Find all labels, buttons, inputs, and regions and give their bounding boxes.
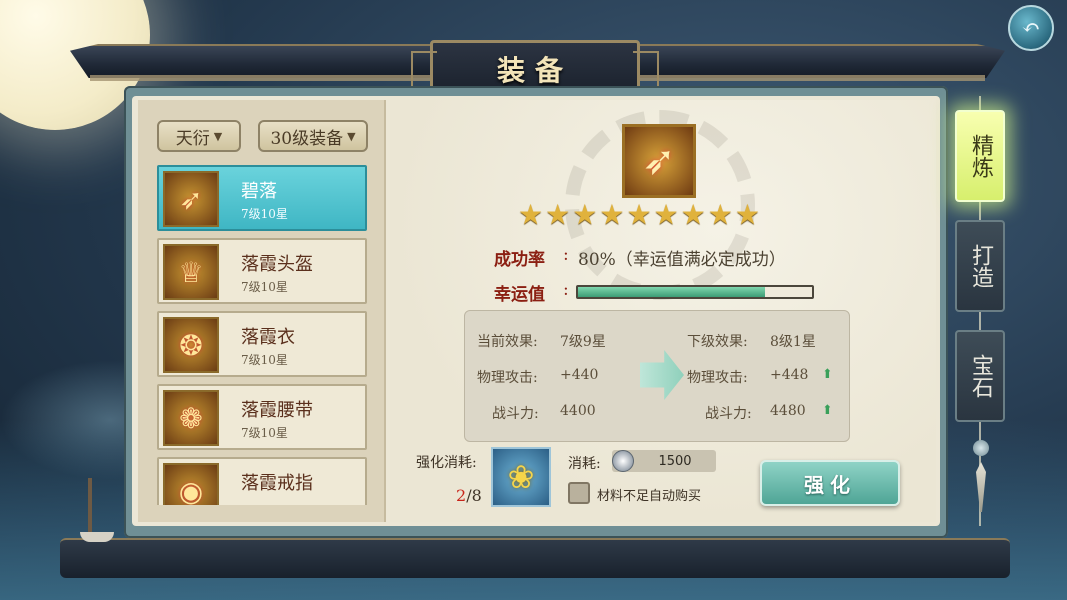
increase-arrow-icon: ⬆ — [822, 367, 833, 382]
star-icon: ★ — [653, 198, 679, 231]
equipment-list[interactable]: ➶ 碧落 7级10星 ♕ 落霞头盔 7级10星 ❂ 落霞衣 7级10星 ❁ 落霞… — [157, 165, 367, 505]
tab-refine[interactable]: 精炼 — [955, 110, 1005, 202]
coin-cost-value: 1500 — [658, 453, 692, 469]
silver-coin-icon — [612, 450, 634, 472]
list-item[interactable]: ◉ 落霞戒指 — [157, 457, 367, 505]
armor-icon: ❂ — [163, 317, 219, 373]
star-icon: ★ — [599, 198, 625, 231]
luck-progress-fill — [578, 287, 766, 297]
star-icon: ★ — [707, 198, 733, 231]
tassel-decoration — [972, 440, 990, 520]
panel-base — [60, 538, 1010, 578]
success-rate-colon: : — [563, 245, 569, 265]
back-arrow-icon: ↶ — [1021, 15, 1041, 41]
next-attack-value: +448 — [770, 367, 809, 383]
incense-stick-icon — [88, 478, 92, 540]
success-rate-label: 成功率 — [494, 250, 545, 270]
current-effect-value: 7级9星 — [560, 334, 606, 350]
luck-progress-bar — [576, 285, 814, 299]
bow-icon: ➶ — [163, 171, 219, 227]
chevron-down-icon: ▼ — [213, 129, 223, 143]
chevron-down-icon: ▼ — [347, 129, 356, 143]
current-attack-value: +440 — [560, 367, 599, 383]
list-item[interactable]: ❂ 落霞衣 7级10星 — [157, 311, 367, 377]
item-name: 落霞腰带 — [241, 400, 313, 421]
luck-colon: : — [563, 280, 569, 300]
coin-cost-box: 1500 — [612, 450, 716, 472]
selected-equipment-bow-icon: ➶ — [622, 124, 696, 198]
strengthen-cost-label: 强化消耗: — [416, 455, 477, 471]
item-name: 落霞衣 — [241, 327, 295, 348]
star-icon: ★ — [734, 198, 760, 231]
tab-gem[interactable]: 宝石 — [955, 330, 1005, 422]
luck-label: 幸运值 — [494, 285, 545, 305]
current-attack-label: 物理攻击: — [477, 370, 538, 386]
ring-icon: ◉ — [163, 463, 219, 505]
next-power-label: 战斗力: — [705, 406, 752, 422]
list-item[interactable]: ❁ 落霞腰带 7级10星 — [157, 384, 367, 450]
item-level: 7级10星 — [241, 207, 288, 221]
material-slot[interactable]: ❀ — [491, 447, 551, 507]
item-level: 7级10星 — [241, 280, 288, 294]
page-title: 装备 — [496, 54, 573, 87]
next-attack-label: 物理攻击: — [687, 370, 748, 386]
star-icon: ★ — [680, 198, 706, 231]
level-dropdown-label: 30级装备 — [270, 128, 344, 149]
list-item[interactable]: ➶ 碧落 7级10星 — [157, 165, 367, 231]
incense-bowl-icon — [80, 532, 114, 542]
next-effect-label: 下级效果: — [687, 334, 748, 350]
star-icon: ★ — [545, 198, 571, 231]
tab-gem-label: 宝石 — [968, 354, 993, 398]
current-power-value: 4400 — [560, 403, 596, 419]
star-rating: ★ ★ ★ ★ ★ ★ ★ ★ ★ — [518, 200, 802, 230]
material-have: 2 — [456, 486, 467, 505]
helmet-icon: ♕ — [163, 244, 219, 300]
list-item[interactable]: ♕ 落霞头盔 7级10星 — [157, 238, 367, 304]
success-rate-value: 80%（幸运值满必定成功） — [578, 250, 786, 270]
tab-forge-label: 打造 — [968, 244, 993, 288]
item-name: 碧落 — [241, 181, 277, 202]
item-level: 7级10星 — [241, 426, 288, 440]
item-name: 落霞头盔 — [241, 254, 313, 275]
material-need: /8 — [466, 486, 482, 505]
auto-buy-label: 材料不足自动购买 — [597, 489, 702, 504]
star-icon: ★ — [626, 198, 652, 231]
item-level: 7级10星 — [241, 353, 288, 367]
next-power-value: 4480 — [770, 403, 806, 419]
material-count: 2/8 — [456, 486, 482, 505]
belt-icon: ❁ — [163, 390, 219, 446]
increase-arrow-icon: ⬆ — [822, 403, 833, 418]
level-dropdown[interactable]: 30级装备 ▼ — [258, 120, 368, 152]
coin-cost-label: 消耗: — [568, 456, 601, 472]
star-icon: ★ — [518, 198, 544, 231]
back-button[interactable]: ↶ — [1008, 5, 1054, 51]
faction-dropdown[interactable]: 天衍 ▼ — [157, 120, 241, 152]
star-icon: ★ — [572, 198, 598, 231]
faction-dropdown-label: 天衍 — [175, 128, 210, 149]
tab-refine-label: 精炼 — [968, 134, 993, 178]
strengthen-button[interactable]: 强化 — [760, 460, 900, 506]
auto-buy-checkbox[interactable] — [568, 482, 590, 504]
current-power-label: 战斗力: — [492, 406, 539, 422]
next-effect-value: 8级1星 — [770, 334, 816, 350]
item-name: 落霞戒指 — [241, 473, 313, 494]
current-effect-label: 当前效果: — [477, 334, 538, 350]
tab-forge[interactable]: 打造 — [955, 220, 1005, 312]
lotus-icon: ❀ — [507, 458, 535, 496]
